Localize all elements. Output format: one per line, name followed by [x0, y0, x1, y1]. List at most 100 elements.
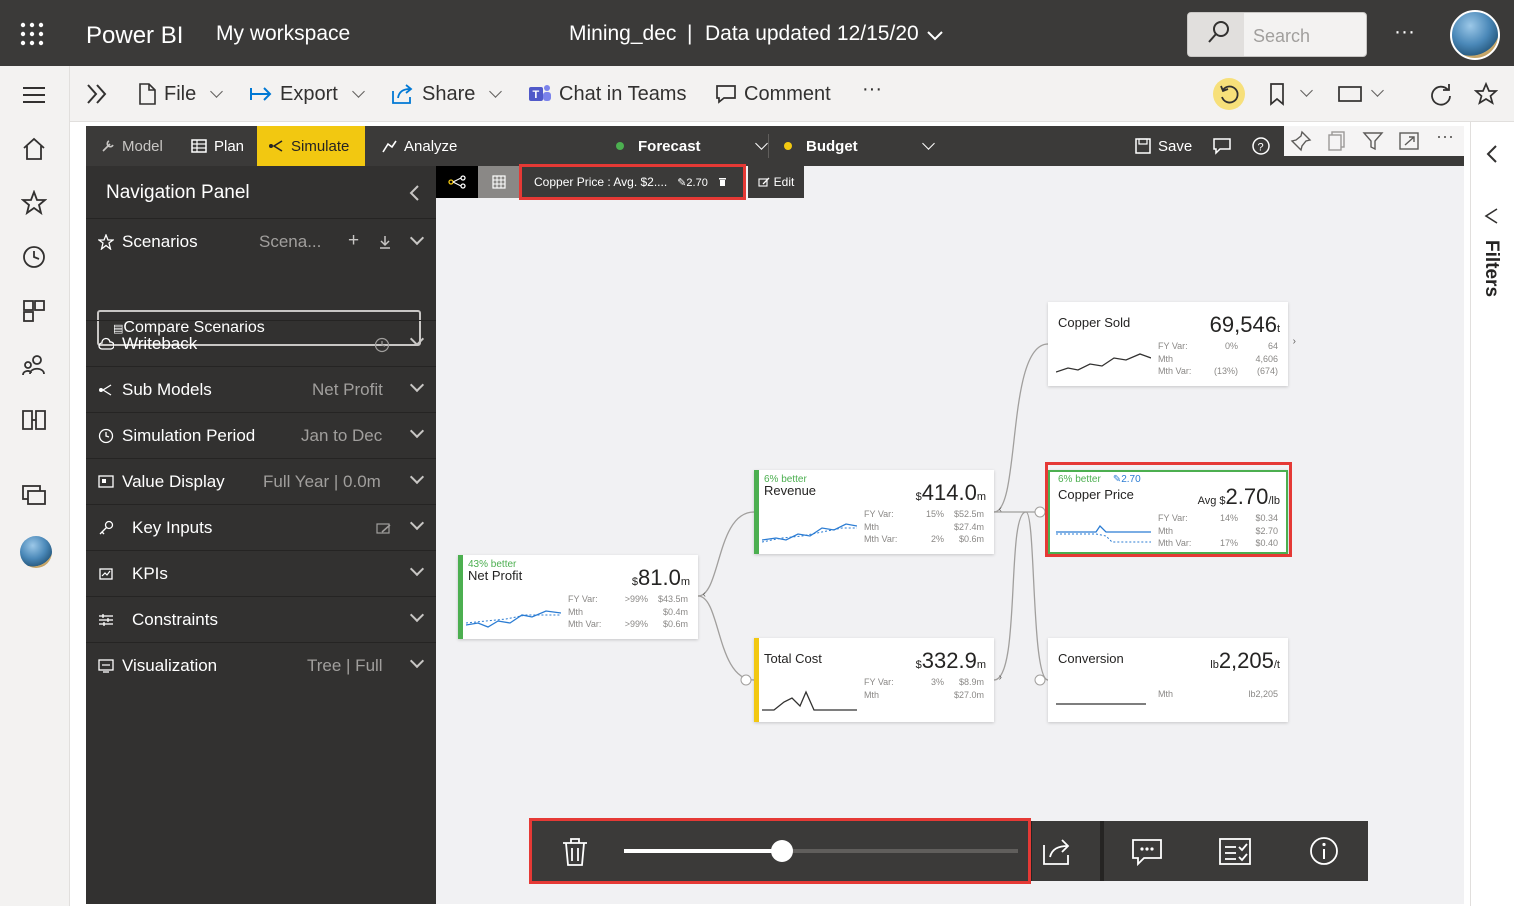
chevron-right-icon[interactable]: ›: [999, 672, 1002, 683]
stat-row: Mth $27.0m: [864, 689, 984, 702]
home-icon[interactable]: [21, 136, 47, 162]
chevron-down-icon[interactable]: [409, 561, 425, 577]
collapse-filters-icon[interactable]: [1485, 144, 1499, 164]
value-display-row[interactable]: Value Display Full Year | 0.0m: [86, 458, 436, 504]
share-out-icon[interactable]: [1040, 835, 1074, 867]
chevron-down-icon[interactable]: [409, 331, 425, 347]
avatar[interactable]: [1450, 10, 1500, 60]
comment-button[interactable]: Comment: [714, 82, 831, 106]
scenarios-row[interactable]: Scenarios Scena... +: [86, 218, 436, 268]
stat-row: Mth lb2,205: [1158, 688, 1278, 701]
visual-more-icon[interactable]: ···: [1436, 126, 1454, 147]
sub-models-row[interactable]: Sub Models Net Profit: [86, 366, 436, 412]
chevron-left-icon[interactable]: ‹: [999, 504, 1002, 515]
adjust-slider[interactable]: [624, 840, 1018, 862]
filter-icon[interactable]: [1362, 130, 1384, 152]
tab-simulate-label: Simulate: [291, 137, 350, 155]
stat-row: Mth $27.4m: [864, 521, 984, 534]
my-workspace-avatar[interactable]: [20, 536, 52, 568]
delete-icon[interactable]: [558, 835, 592, 867]
focus-mode-icon[interactable]: [1398, 130, 1420, 152]
tab-simulate[interactable]: Simulate: [257, 126, 365, 166]
chevron-left-icon[interactable]: ‹: [703, 589, 706, 600]
share-menu[interactable]: Share: [390, 82, 503, 106]
budget-dot: [784, 142, 792, 150]
node-net-profit[interactable]: 43% better Net Profit $81.0m FY Var: >99%…: [458, 555, 706, 639]
stat-row: Mth Var: (13%) (674): [1158, 365, 1278, 378]
more-actions-icon[interactable]: ···: [862, 78, 882, 101]
node-copper-price[interactable]: 6% better ✎2.70 Copper Price Avg $2.70/lb…: [1048, 470, 1288, 554]
simulation-period-row[interactable]: Simulation Period Jan to Dec: [86, 412, 436, 458]
slider-thumb[interactable]: [770, 840, 793, 862]
chevron-down-icon[interactable]: [409, 423, 425, 439]
help-icon[interactable]: ?: [1251, 136, 1271, 156]
expand-icon[interactable]: [84, 82, 110, 106]
stat-label: FY Var:: [1158, 341, 1188, 351]
file-menu[interactable]: File: [136, 82, 224, 106]
node-copper-sold[interactable]: Copper Sold 69,546t FY Var: 0% 64 Mth 4,606 M…: [1048, 302, 1296, 386]
comment-icon[interactable]: [1212, 137, 1232, 155]
filters-label[interactable]: Filters: [1480, 240, 1502, 297]
tab-plan[interactable]: Plan: [180, 126, 254, 166]
recent-icon[interactable]: [21, 244, 47, 270]
chat-in-teams-button[interactable]: T Chat in Teams: [527, 82, 686, 106]
add-scenario-icon[interactable]: +: [348, 230, 359, 252]
checklist-icon[interactable]: [1218, 835, 1252, 867]
workspaces-icon[interactable]: [21, 482, 47, 508]
download-icon[interactable]: [378, 234, 392, 250]
forecast-dropdown[interactable]: Forecast: [606, 126, 776, 166]
reset-icon[interactable]: [1213, 78, 1245, 110]
total-cost-value: 332.9: [921, 648, 977, 673]
hamburger-icon[interactable]: [21, 82, 47, 108]
comment-icon[interactable]: [1130, 835, 1164, 867]
bookmark-icon[interactable]: [1267, 82, 1287, 106]
refresh-icon[interactable]: [1428, 82, 1454, 108]
kpis-row[interactable]: KPIs: [86, 550, 436, 596]
chevron-right-icon[interactable]: ›: [1293, 336, 1296, 347]
data-updated-text[interactable]: Data updated 12/15/20: [705, 22, 919, 46]
chevron-down-icon[interactable]: [409, 607, 425, 623]
shared-with-me-icon[interactable]: [21, 352, 47, 378]
chevron-down-icon[interactable]: [409, 469, 425, 485]
copy-icon[interactable]: [1326, 130, 1348, 152]
node-conversion[interactable]: Conversion lb2,205/t Mth lb2,205: [1048, 638, 1288, 722]
export-menu[interactable]: Export: [248, 82, 365, 106]
tab-analyze[interactable]: Analyze: [370, 126, 467, 166]
chevron-down-icon[interactable]: [409, 653, 425, 669]
budget-label: Budget: [806, 137, 858, 155]
tab-model[interactable]: Model: [90, 126, 173, 166]
learn-icon[interactable]: [21, 406, 47, 432]
total-cost-unit: m: [976, 659, 986, 671]
chevron-down-icon[interactable]: [409, 515, 425, 531]
display-icon: [98, 475, 114, 488]
visualization-row[interactable]: Visualization Tree | Full: [86, 642, 436, 688]
search-input[interactable]: Search: [1187, 12, 1367, 57]
chevron-down-icon[interactable]: [926, 30, 944, 42]
workspace-link[interactable]: My workspace: [216, 22, 350, 46]
favorite-icon[interactable]: [1474, 82, 1498, 106]
chevron-down-icon[interactable]: [409, 230, 425, 246]
node-revenue[interactable]: 6% better Revenue $414.0m FY Var: 15% $52.…: [754, 470, 1002, 554]
constraints-row[interactable]: Constraints: [86, 596, 436, 642]
app-launcher-icon[interactable]: [20, 22, 44, 46]
view-icon[interactable]: [1337, 84, 1363, 104]
report-name[interactable]: Mining_dec: [569, 22, 676, 46]
budget-dropdown[interactable]: Budget: [774, 126, 943, 166]
save-button[interactable]: Save: [1124, 126, 1202, 166]
conversion-prefix: lb: [1210, 659, 1219, 671]
collapse-panel-icon[interactable]: [408, 184, 420, 202]
copper-sold-sparkline: [1056, 353, 1151, 373]
pin-icon[interactable]: [1290, 130, 1312, 152]
apps-icon[interactable]: [21, 298, 47, 324]
more-options-icon[interactable]: ···: [1394, 20, 1415, 44]
chevron-down-icon[interactable]: [409, 377, 425, 393]
copper-sold-name: Copper Sold: [1058, 315, 1131, 330]
info-icon[interactable]: [1307, 835, 1341, 867]
writeback-row[interactable]: Writeback: [86, 320, 436, 366]
stat-value: lb2,205: [1248, 689, 1278, 699]
favorites-icon[interactable]: [21, 190, 47, 216]
value-display-label: Value Display: [122, 472, 225, 491]
stat-pct: 0%: [1224, 341, 1238, 351]
key-inputs-row[interactable]: Key Inputs: [86, 504, 436, 550]
node-total-cost[interactable]: Total Cost $332.9m FY Var: 3% $8.9m Mth $27.…: [754, 638, 1002, 722]
